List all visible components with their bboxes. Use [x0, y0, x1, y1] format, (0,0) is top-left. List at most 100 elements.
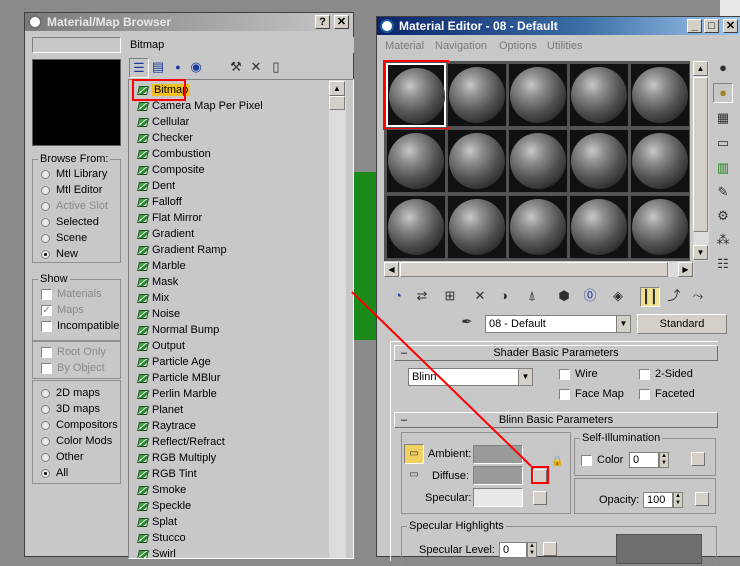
get-material-icon[interactable]: ◔ — [388, 287, 408, 307]
slot-scroll-left[interactable]: ◀ — [384, 262, 399, 277]
view-small-icons-icon[interactable]: ● — [168, 58, 188, 78]
diffuse-swatch[interactable] — [473, 466, 523, 485]
close-button[interactable]: ✕ — [334, 15, 349, 29]
shader-dropdown[interactable]: Blinn ▼ — [408, 368, 533, 386]
map-list-item[interactable]: RGB Multiply — [137, 450, 216, 466]
map-list-item[interactable]: Stucco — [137, 530, 186, 546]
slot-scroll-right[interactable]: ▶ — [678, 262, 693, 277]
sample-slot[interactable] — [386, 129, 446, 193]
maximize-button[interactable]: □ — [704, 19, 719, 33]
specular-swatch[interactable] — [473, 488, 523, 507]
radio-selected[interactable]: Selected — [41, 214, 99, 230]
video-color-check-icon[interactable]: ▥ — [713, 159, 733, 179]
sample-type-icon[interactable]: ● — [713, 59, 733, 79]
radio-other[interactable]: Other — [41, 449, 84, 465]
slot-scroll-up[interactable]: ▲ — [693, 61, 708, 76]
map-list-item[interactable]: Particle MBlur — [137, 370, 220, 386]
shader-dropdown-arrow[interactable]: ▼ — [518, 369, 532, 385]
sample-slot[interactable] — [383, 60, 449, 130]
material-name-dropdown-arrow[interactable]: ▼ — [616, 316, 630, 332]
two-sided-checkbox[interactable]: 2-Sided — [639, 366, 693, 382]
map-list-item[interactable]: Gradient Ramp — [137, 242, 227, 258]
sample-slot[interactable] — [508, 129, 568, 193]
view-list-icon[interactable]: ☰ — [129, 58, 149, 78]
map-list-item[interactable]: Raytrace — [137, 418, 196, 434]
map-list-item[interactable]: Falloff — [137, 194, 182, 210]
sample-slot[interactable] — [569, 129, 629, 193]
sample-slot[interactable] — [447, 63, 507, 127]
sample-slot[interactable] — [447, 129, 507, 193]
sample-slot[interactable] — [386, 195, 446, 259]
material-effects-channel-icon[interactable]: ⓪ — [580, 287, 600, 307]
opacity-map-button[interactable] — [695, 492, 709, 506]
map-list-item[interactable]: Noise — [137, 306, 180, 322]
check-incompatible[interactable]: Incompatible — [41, 318, 119, 334]
sample-slot[interactable] — [569, 195, 629, 259]
map-list-item[interactable]: Output — [137, 338, 185, 354]
map-list-item[interactable]: Perlin Marble — [137, 386, 217, 402]
radio-compositors[interactable]: Compositors — [41, 417, 118, 433]
view-list-icons-icon[interactable]: ▤ — [148, 58, 168, 78]
select-by-material-icon[interactable]: ⁂ — [713, 231, 733, 251]
specular-level-spinner[interactable]: ▲ ▼ — [527, 542, 537, 558]
map-list-item[interactable]: RGB Tint — [137, 466, 197, 482]
opacity-spinner[interactable]: ▲ ▼ — [673, 492, 683, 508]
lock-ambient-diffuse-icon[interactable]: ▭ — [404, 444, 424, 464]
make-preview-icon[interactable]: ✎ — [713, 183, 733, 203]
faceted-checkbox[interactable]: Faceted — [639, 386, 695, 402]
specular-map-button[interactable] — [533, 491, 547, 505]
map-list-item[interactable]: Smoke — [137, 482, 186, 498]
sample-slot[interactable] — [447, 195, 507, 259]
specular-level-field[interactable]: 0 — [499, 542, 527, 558]
face-map-checkbox[interactable]: Face Map — [559, 386, 624, 402]
radio-mtl-library[interactable]: Mtl Library — [41, 166, 107, 182]
map-list-item[interactable]: Checker — [137, 130, 193, 146]
material-name-field[interactable]: 08 - Default ▼ — [485, 315, 631, 333]
map-list-item[interactable]: Cellular — [137, 114, 189, 130]
map-list-item[interactable]: Splat — [137, 514, 177, 530]
self-illum-value-field[interactable]: 0 — [629, 452, 659, 468]
map-list-item[interactable]: Mask — [137, 274, 178, 290]
sample-slot[interactable] — [569, 63, 629, 127]
reset-map-icon[interactable]: ✕ — [470, 287, 490, 307]
map-list-item[interactable]: Speckle — [137, 498, 191, 514]
options-icon[interactable]: ⚙ — [713, 207, 733, 227]
menu-utilities[interactable]: Utilities — [547, 37, 582, 55]
show-map-in-viewport-icon[interactable]: ◈ — [608, 287, 628, 307]
opacity-value-field[interactable]: 100 — [643, 492, 673, 508]
delete-from-library-icon[interactable]: ✕ — [246, 58, 266, 78]
slot-scroll-thumb[interactable] — [693, 77, 708, 232]
radio-mtl-editor[interactable]: Mtl Editor — [41, 182, 102, 198]
material-type-button[interactable]: Standard — [637, 314, 727, 334]
ambient-diffuse-lock-icon[interactable]: 🔒 — [551, 456, 563, 467]
assign-to-selection-icon[interactable]: ⊞ — [440, 287, 460, 307]
background-checker-icon[interactable]: ▦ — [713, 109, 733, 129]
make-copy-icon[interactable]: ◑ — [494, 287, 514, 307]
sample-slot[interactable] — [508, 195, 568, 259]
sample-slot[interactable] — [508, 63, 568, 127]
help-button[interactable]: ? — [315, 15, 330, 29]
sample-slot[interactable] — [630, 195, 690, 259]
radio-color-mods[interactable]: Color Mods — [41, 433, 112, 449]
radio-all[interactable]: All — [41, 465, 68, 481]
put-to-scene-icon[interactable]: ⇄ — [412, 287, 432, 307]
map-list-item[interactable]: Planet — [137, 402, 183, 418]
self-illum-color-checkbox[interactable]: Color — [581, 452, 623, 468]
material-map-navigator-icon[interactable]: ☷ — [713, 255, 733, 275]
update-scene-icon[interactable]: ⚒ — [226, 58, 246, 78]
sample-slot[interactable] — [630, 129, 690, 193]
radio-2d-maps[interactable]: 2D maps — [41, 385, 100, 401]
clear-library-icon[interactable]: ▯ — [266, 58, 286, 78]
menu-options[interactable]: Options — [499, 37, 537, 55]
blinn-basic-header[interactable]: – Blinn Basic Parameters — [394, 412, 718, 428]
radio-scene[interactable]: Scene — [41, 230, 87, 246]
map-list-item[interactable]: Gradient — [137, 226, 194, 242]
self-illum-spinner[interactable]: ▲ ▼ — [659, 452, 669, 468]
go-to-parent-icon[interactable]: ⤴ — [664, 287, 684, 307]
backlight-icon[interactable]: ● — [713, 83, 733, 103]
menu-navigation[interactable]: Navigation — [435, 37, 487, 55]
specular-level-map-button[interactable] — [543, 542, 557, 556]
map-list-item[interactable]: Combustion — [137, 146, 211, 162]
make-unique-icon[interactable]: ⍋ — [522, 287, 542, 307]
slot-hscroll[interactable]: ◀ ▶ — [384, 262, 694, 277]
